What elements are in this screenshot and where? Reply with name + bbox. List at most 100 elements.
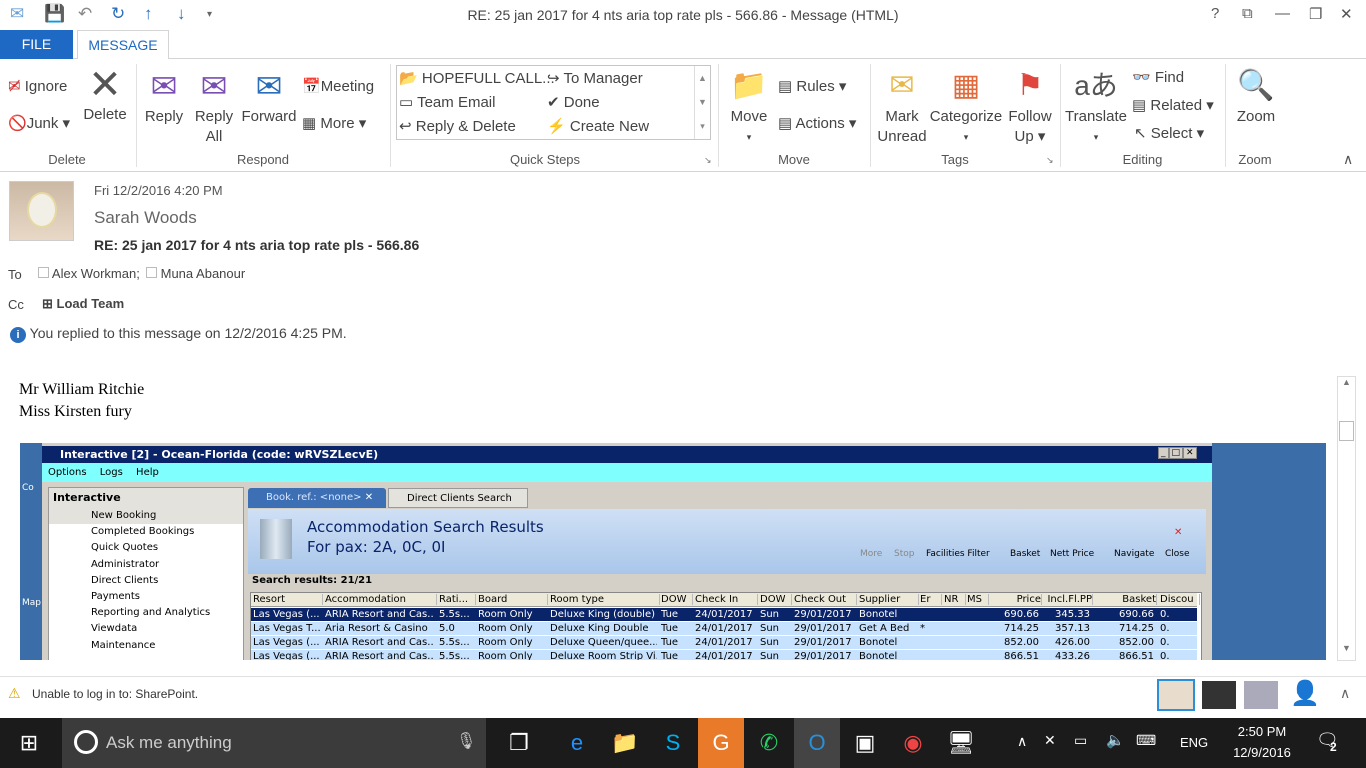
quick-step-team-email[interactable]: ▭ Team Email (399, 93, 495, 111)
scroll-down-icon[interactable]: ▼ (1342, 643, 1351, 653)
tab-booking[interactable]: Book. ref.: <none> ✕ (248, 488, 386, 508)
tab-file[interactable]: FILE (0, 30, 73, 59)
network-icon[interactable]: ✕ (1044, 732, 1056, 749)
toolbar-navigate[interactable]: Navigate (1114, 549, 1154, 559)
start-windows-icon[interactable]: ⊞ (6, 718, 52, 768)
nav-item[interactable]: Administrator (91, 557, 243, 573)
help-button[interactable]: ? (1211, 5, 1219, 22)
recipient[interactable]: Alex Workman; (38, 266, 140, 281)
reply-button[interactable]: ✉ Reply (142, 65, 186, 127)
status-warning[interactable]: Unable to log in to: SharePoint. (32, 687, 198, 701)
keyboard-icon[interactable]: ⌨ (1136, 732, 1156, 749)
collapse-ribbon-icon[interactable]: ∧ (1343, 151, 1353, 168)
categorize-button[interactable]: ▦ Categorize ▾ (928, 65, 1004, 147)
body-scrollbar[interactable]: ▲ ▼ (1337, 376, 1356, 661)
column-header[interactable]: DOW (760, 594, 792, 605)
toolbar-stop[interactable]: Stop (894, 549, 914, 559)
cortana-search[interactable]: Ask me anything 🎙 (62, 718, 486, 768)
outlook-icon[interactable]: O (794, 718, 840, 768)
quick-steps-scroll[interactable]: ▲ ▼ ▾ (694, 66, 710, 139)
delete-button[interactable]: ✕ Delete (80, 65, 130, 125)
app-window-icon[interactable]: ▣ (842, 718, 888, 768)
column-header[interactable]: Room type (550, 594, 660, 605)
menu-options[interactable]: Options (48, 467, 87, 478)
menu-help[interactable]: Help (136, 467, 159, 478)
column-header[interactable]: Supplier (859, 594, 919, 605)
nav-item[interactable]: Completed Bookings (91, 524, 243, 540)
column-header[interactable]: Accommodation (325, 594, 437, 605)
nav-item[interactable]: Reporting and Analytics (91, 605, 243, 621)
quick-step-done[interactable]: ✔ Done (547, 93, 600, 111)
nav-item[interactable]: Quick Quotes (91, 540, 243, 556)
column-header[interactable]: Basket (1095, 594, 1157, 605)
whatsapp-icon[interactable]: ✆ (746, 718, 792, 768)
people-avatar[interactable] (1244, 681, 1278, 709)
tags-launcher-icon[interactable]: ↘ (1046, 155, 1054, 166)
scroll-thumb[interactable] (1339, 421, 1354, 441)
ignore-button[interactable]: ✉̸ Ignore (8, 77, 67, 95)
people-avatar[interactable] (1202, 681, 1236, 709)
collapse-people-icon[interactable]: ∧ (1340, 685, 1350, 702)
battery-icon[interactable]: ▭ (1074, 732, 1087, 749)
nav-item[interactable]: Maintenance (91, 638, 243, 654)
tray-expand-icon[interactable]: ∧ (1017, 733, 1027, 750)
table-row[interactable]: Las Vegas (... ARIA Resort and Cas... 5.5s… (251, 650, 1197, 660)
volume-icon[interactable]: 🔈 (1106, 731, 1125, 749)
nav-item[interactable]: Payments (91, 589, 243, 605)
tab-direct-clients-search[interactable]: Direct Clients Search (388, 488, 528, 508)
close-button[interactable]: ✕ (1340, 5, 1353, 23)
edge-icon[interactable]: e (554, 718, 600, 768)
scroll-up-icon[interactable]: ▲ (1338, 377, 1355, 387)
microphone-icon[interactable]: 🎙 (456, 731, 476, 751)
app-g-icon[interactable]: G (698, 718, 744, 768)
column-header[interactable]: Price (990, 594, 1042, 605)
info-bar[interactable]: i You replied to this message on 12/2/20… (10, 325, 347, 343)
find-button[interactable]: 👓 Find (1132, 68, 1184, 86)
column-header[interactable]: Incl.Fl.PP (1043, 594, 1093, 605)
toolbar-basket[interactable]: Basket (1010, 549, 1040, 559)
language-indicator[interactable]: ENG (1180, 735, 1208, 750)
nav-item[interactable]: Viewdata (91, 621, 243, 637)
column-header[interactable]: Discou (1160, 594, 1200, 605)
toolbar-facilities-filter[interactable]: Facilities Filter (926, 549, 990, 559)
forward-button[interactable]: ✉ Forward (240, 65, 298, 127)
select-button[interactable]: ↖ Select ▾ (1134, 124, 1204, 142)
translate-button[interactable]: aあ Translate ▾ (1064, 65, 1128, 147)
rules-button[interactable]: ▤ Rules ▾ (778, 77, 846, 95)
table-row[interactable]: Las Vegas (... ARIA Resort and Cas... 5.5s… (251, 608, 1197, 622)
minimize-button[interactable]: — (1275, 5, 1290, 22)
related-button[interactable]: ▤ Related ▾ (1132, 96, 1214, 114)
column-header[interactable]: Er (920, 594, 942, 605)
zoom-button[interactable]: 🔍 Zoom (1230, 65, 1282, 127)
column-header[interactable]: Check Out (794, 594, 857, 605)
cc-recipient[interactable]: ⊞ Load Team (42, 296, 124, 312)
tab-message[interactable]: MESSAGE (77, 30, 169, 60)
table-row[interactable]: Las Vegas (... ARIA Resort and Cas... 5.5s… (251, 636, 1197, 650)
quick-step-to-manager[interactable]: ↪ To Manager (547, 69, 643, 87)
recipient[interactable]: Muna Abanour (146, 266, 245, 281)
expand-icon[interactable]: ⊞ (42, 296, 53, 311)
toolbar-more[interactable]: More (860, 549, 882, 559)
toolbar-nett-price[interactable]: Nett Price (1050, 549, 1094, 559)
column-header[interactable]: Check In (695, 594, 758, 605)
column-header[interactable]: MS (967, 594, 989, 605)
column-header[interactable]: DOW (661, 594, 693, 605)
file-explorer-icon[interactable]: 📁 (602, 718, 648, 768)
table-row[interactable]: Las Vegas T... Aria Resort & Casino 5.0 Roo… (251, 622, 1197, 636)
clock-date[interactable]: 12/9/2016 (1228, 745, 1296, 760)
sender-avatar[interactable] (9, 181, 74, 241)
sender-name[interactable]: Sarah Woods (94, 208, 197, 228)
toolbar-close[interactable]: Close (1165, 549, 1190, 559)
people-avatar[interactable] (1157, 679, 1195, 711)
meeting-button[interactable]: 📅Meeting (302, 77, 374, 95)
move-button[interactable]: 📁 Move ▾ (726, 65, 772, 147)
column-header[interactable]: Rati... (439, 594, 476, 605)
clock-time[interactable]: 2:50 PM (1232, 724, 1292, 739)
skype-icon[interactable]: S (650, 718, 696, 768)
column-header[interactable]: NR (944, 594, 966, 605)
reply-all-button[interactable]: ✉ Reply All (192, 65, 236, 147)
quick-steps-launcher-icon[interactable]: ↘ (704, 155, 712, 166)
quick-step-create-new[interactable]: ⚡ Create New (547, 117, 649, 135)
mark-unread-button[interactable]: ✉ Mark Unread (876, 65, 928, 147)
chrome-icon[interactable]: ◉ (890, 718, 936, 768)
